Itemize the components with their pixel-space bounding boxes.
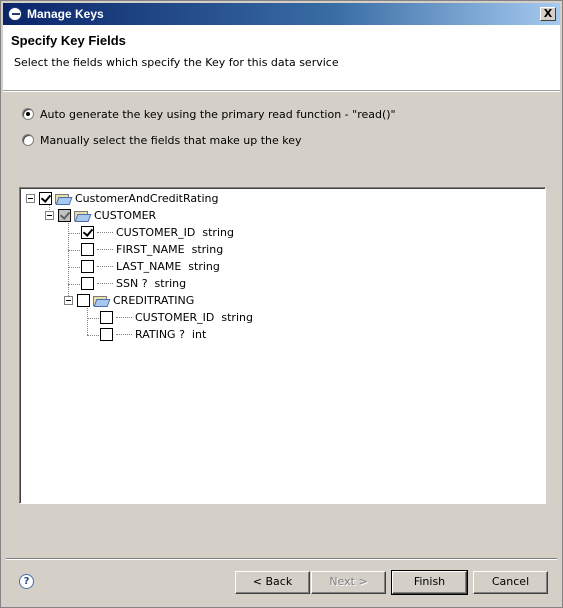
open-folder-icon (74, 209, 92, 222)
tree-node-label: CUSTOMER (94, 209, 157, 222)
window-title: Manage Keys (27, 7, 104, 21)
tree-leaf-customer-id[interactable]: CUSTOMER_ID string (81, 224, 234, 241)
collapse-toggle[interactable] (26, 194, 35, 203)
cancel-button-label: Cancel (491, 575, 530, 588)
auto-generate-option[interactable]: Auto generate the key using the primary … (22, 106, 396, 122)
auto-generate-radio[interactable] (22, 108, 34, 120)
manage-keys-dialog: Manage Keys X Specify Key Fields Select … (0, 0, 563, 608)
root-checkbox[interactable] (39, 192, 52, 205)
next-button-label: Next > (329, 575, 368, 588)
field-checkbox[interactable] (100, 311, 113, 324)
field-label: SSN ? string (116, 277, 187, 290)
tree-connector (87, 306, 88, 335)
field-checkbox[interactable] (81, 243, 94, 256)
collapse-toggle[interactable] (64, 296, 73, 305)
tree-leaf-ssn[interactable]: SSN ? string (81, 275, 186, 292)
next-button[interactable]: Next > (311, 571, 386, 594)
tree-connector (87, 335, 101, 336)
close-button[interactable]: X (540, 7, 556, 21)
eclipse-app-icon (8, 7, 22, 21)
tree-connector (68, 284, 82, 285)
tree-connector (97, 231, 113, 234)
tree-connector (97, 265, 113, 268)
tree-leaf-rating[interactable]: RATING ? int (100, 326, 206, 343)
field-label: CUSTOMER_ID string (116, 226, 234, 239)
open-folder-icon (55, 192, 73, 205)
back-button-label: < Back (252, 575, 293, 588)
auto-generate-label[interactable]: Auto generate the key using the primary … (40, 108, 396, 121)
field-checkbox[interactable] (81, 226, 94, 239)
tree-connector (116, 333, 132, 336)
creditrating-checkbox[interactable] (77, 294, 90, 307)
tree-connector (116, 316, 132, 319)
finish-button[interactable]: Finish (391, 570, 468, 595)
field-label: FIRST_NAME string (116, 243, 224, 256)
tree-connector (87, 318, 101, 319)
tree-node-customer[interactable]: CUSTOMER (45, 207, 156, 224)
field-label: RATING ? int (135, 328, 207, 341)
cancel-button[interactable]: Cancel (473, 571, 548, 594)
customer-checkbox[interactable] (58, 209, 71, 222)
field-checkbox[interactable] (81, 277, 94, 290)
banner-divider (3, 91, 560, 92)
tree-node-root[interactable]: CustomerAndCreditRating (26, 190, 218, 207)
tree-node-label: CREDITRATING (113, 294, 195, 307)
tree-connector (68, 267, 82, 268)
tree-connector (97, 248, 113, 251)
tree-connector (68, 250, 82, 251)
field-checkbox[interactable] (81, 260, 94, 273)
tree-leaf-credit-customer-id[interactable]: CUSTOMER_ID string (100, 309, 253, 326)
back-button[interactable]: < Back (235, 571, 310, 594)
wizard-banner: Specify Key Fields Select the fields whi… (3, 25, 560, 91)
tree-leaf-first-name[interactable]: FIRST_NAME string (81, 241, 223, 258)
tree-node-creditrating[interactable]: CREDITRATING (64, 292, 194, 309)
field-label: CUSTOMER_ID string (135, 311, 253, 324)
field-label: LAST_NAME string (116, 260, 220, 273)
tree-node-label: CustomerAndCreditRating (75, 192, 219, 205)
tree-leaf-last-name[interactable]: LAST_NAME string (81, 258, 220, 275)
open-folder-icon (93, 294, 111, 307)
help-icon[interactable]: ? (19, 574, 34, 589)
tree-connector (68, 233, 82, 234)
button-bar-divider (6, 558, 557, 560)
tree-connector (97, 282, 113, 285)
manual-select-radio[interactable] (22, 134, 34, 146)
page-title: Specify Key Fields (11, 33, 126, 48)
key-fields-tree[interactable]: CustomerAndCreditRating CUSTOMER CUSTOME… (19, 187, 546, 504)
collapse-toggle[interactable] (45, 211, 54, 220)
manual-select-option[interactable]: Manually select the fields that make up … (22, 132, 302, 148)
title-bar[interactable]: Manage Keys X (3, 3, 560, 25)
manual-select-label[interactable]: Manually select the fields that make up … (40, 134, 302, 147)
page-description: Select the fields which specify the Key … (14, 56, 339, 69)
finish-button-label: Finish (413, 575, 446, 588)
field-checkbox[interactable] (100, 328, 113, 341)
